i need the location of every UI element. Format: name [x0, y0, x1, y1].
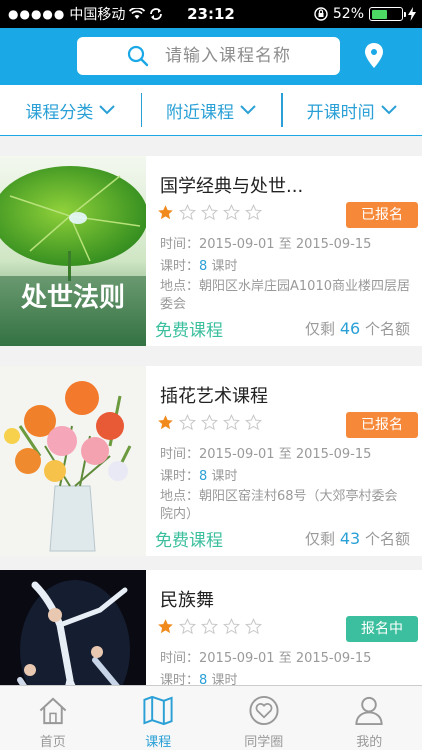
chevron-down-icon: [99, 105, 116, 115]
enroll-button[interactable]: 报名中: [346, 616, 418, 642]
star-empty-icon: [179, 618, 196, 635]
star-filled-icon: [158, 619, 173, 634]
star-empty-icon: [223, 414, 240, 431]
course-title[interactable]: 民族舞: [160, 586, 214, 612]
tab-classmates[interactable]: 同学圈: [211, 686, 317, 750]
tab-courses[interactable]: 课程: [106, 686, 212, 750]
course-address: 地点：朝阳区窑洼村68号（大郊亭村委会院内）: [160, 488, 410, 524]
course-hours: 课时：8 课时: [160, 258, 410, 276]
price-label: 免费课程: [155, 531, 223, 551]
star-empty-icon: [245, 618, 262, 635]
hours-value: 8: [199, 469, 208, 484]
time-label: 时间：: [160, 651, 200, 666]
search-input[interactable]: 请输入课程名称: [165, 37, 291, 75]
filter-label: 课程分类: [25, 102, 94, 123]
remain-prefix: 仅剩: [305, 530, 336, 548]
price-label: 免费课程: [155, 321, 223, 341]
time-value: 2015-09-01 至 2015-09-15: [199, 447, 372, 462]
time-label: 时间：: [160, 447, 200, 462]
rating-stars: [157, 618, 262, 635]
star-empty-icon: [245, 204, 262, 221]
hours-unit: 课时: [211, 469, 238, 484]
search-icon: [127, 45, 149, 67]
remaining-seats: 仅剩 46 个名额: [305, 318, 410, 339]
remain-prefix: 仅剩: [305, 320, 336, 338]
tab-home[interactable]: 首页: [0, 686, 106, 750]
time-value: 2015-09-01 至 2015-09-15: [199, 651, 372, 666]
tab-mine[interactable]: 我的: [317, 686, 422, 750]
image-caption: 处世法则: [20, 283, 125, 313]
location-pin-icon[interactable]: [364, 43, 384, 69]
hours-value: 8: [199, 259, 208, 274]
course-image-flowers: [0, 366, 146, 556]
home-icon: [39, 697, 67, 725]
filter-time[interactable]: 开课时间: [281, 85, 422, 135]
tab-bar: 首页 课程 同学圈 我的: [0, 685, 422, 750]
course-time: 时间：2015-09-01 至 2015-09-15: [160, 236, 410, 254]
star-empty-icon: [201, 414, 218, 431]
chevron-down-icon: [380, 105, 397, 115]
course-time: 时间：2015-09-01 至 2015-09-15: [160, 650, 410, 668]
enroll-button[interactable]: 已报名: [346, 412, 418, 438]
address-label: 地点：: [160, 489, 200, 504]
charging-icon: [408, 7, 416, 21]
time-label: 时间：: [160, 237, 200, 252]
tab-label: 同学圈: [244, 735, 284, 750]
tab-label: 课程: [145, 735, 172, 750]
remain-count: 46: [339, 319, 361, 338]
battery-percent: 52%: [332, 6, 364, 22]
star-empty-icon: [179, 414, 196, 431]
person-icon: [355, 696, 383, 726]
status-bar: ●●●●● 中国移动 23:12 52%: [0, 0, 422, 28]
course-image-lotus: 处世法则: [0, 156, 146, 346]
filter-label: 开课时间: [306, 102, 375, 123]
tab-label: 我的: [356, 735, 383, 750]
enroll-button[interactable]: 已报名: [346, 202, 418, 228]
hours-unit: 课时: [211, 259, 238, 274]
battery-level: [371, 9, 387, 19]
course-title[interactable]: 插花艺术课程: [160, 382, 268, 408]
star-empty-icon: [223, 204, 240, 221]
search-bar[interactable]: 请输入课程名称: [77, 37, 340, 75]
filter-nearby[interactable]: 附近课程: [140, 85, 282, 135]
hours-label: 课时：: [160, 469, 200, 484]
filter-category[interactable]: 课程分类: [0, 85, 141, 135]
remain-count: 43: [339, 529, 361, 548]
chevron-down-icon: [240, 105, 256, 115]
tab-label: 首页: [39, 735, 66, 750]
time-value: 2015-09-01 至 2015-09-15: [199, 237, 372, 252]
remaining-seats: 仅剩 43 个名额: [305, 528, 410, 549]
course-time: 时间：2015-09-01 至 2015-09-15: [160, 446, 410, 464]
map-icon: [143, 695, 173, 726]
star-filled-icon: [158, 205, 173, 220]
remain-suffix: 个名额: [364, 320, 410, 338]
battery-icon: [369, 7, 406, 21]
star-empty-icon: [245, 414, 262, 431]
star-empty-icon: [223, 618, 240, 635]
course-address: 地点：朝阳区水岸庄园A1010商业楼四层居委会: [160, 278, 410, 314]
heart-icon: [249, 695, 279, 726]
star-empty-icon: [201, 204, 218, 221]
course-card[interactable]: 插花艺术课程 已报名 时间：2015-09-01 至 2015-09-15 课时…: [0, 366, 422, 556]
lock-rotation-icon: [314, 7, 328, 21]
rating-stars: [157, 414, 262, 431]
star-empty-icon: [201, 618, 218, 635]
course-card[interactable]: 处世法则 国学经典与处世... 已报名 时间：2015-09-01 至 2015…: [0, 156, 422, 346]
course-title[interactable]: 国学经典与处世...: [160, 172, 303, 198]
status-right: 52%: [314, 0, 416, 28]
remain-suffix: 个名额: [364, 530, 410, 548]
rating-stars: [157, 204, 262, 221]
star-empty-icon: [179, 204, 196, 221]
star-filled-icon: [158, 415, 173, 430]
hours-label: 课时：: [160, 259, 200, 274]
filter-bar: 课程分类 附近课程 开课时间: [0, 84, 422, 136]
header: 请输入课程名称: [0, 28, 422, 84]
course-hours: 课时：8 课时: [160, 468, 410, 486]
address-label: 地点：: [160, 279, 200, 294]
filter-label: 附近课程: [166, 102, 234, 123]
